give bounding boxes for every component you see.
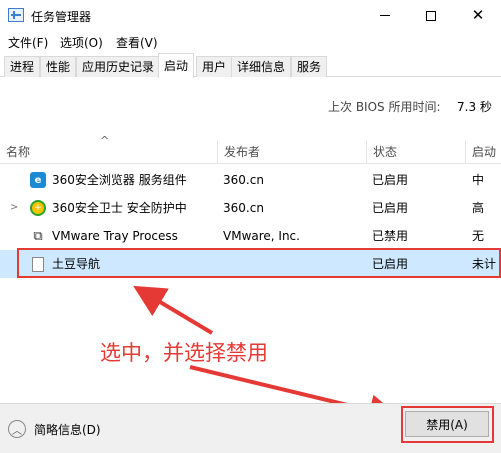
minimize-icon xyxy=(380,15,390,16)
app-startup-impact: 无 xyxy=(472,229,485,243)
tab-startup[interactable]: 启动 xyxy=(158,53,195,78)
annotation-text: 选中，并选择禁用 xyxy=(100,341,268,365)
360-safe-icon: + xyxy=(30,200,46,216)
app-startup-impact: 中 xyxy=(472,173,485,187)
tab-performance[interactable]: 性能 xyxy=(40,56,77,77)
tab-bar: 进程 性能 应用历史记录 启动 用户 详细信息 服务 xyxy=(0,53,501,78)
app-status: 已禁用 xyxy=(372,229,409,243)
menu-options[interactable]: 选项(O) xyxy=(60,34,103,51)
column-status[interactable]: 状态 xyxy=(366,140,465,164)
minimize-button[interactable] xyxy=(362,0,408,31)
maximize-icon xyxy=(426,10,436,21)
vmware-icon: ⧉ xyxy=(33,228,43,244)
tab-users[interactable]: 用户 xyxy=(196,56,233,77)
app-name: 360安全浏览器 服务组件 xyxy=(52,173,187,187)
app-startup-impact: 未计 xyxy=(472,257,497,271)
table-row[interactable]: > + 360安全卫士 安全防护中 360.cn 已启用 高 xyxy=(0,194,501,222)
table-row[interactable]: e 360安全浏览器 服务组件 360.cn 已启用 中 xyxy=(0,166,501,194)
disable-button[interactable]: 禁用(A) xyxy=(405,411,489,437)
column-header: 名称 发布者 状态 启动 xyxy=(0,140,501,164)
app-status: 已启用 xyxy=(372,201,409,215)
app-status: 已启用 xyxy=(372,173,409,187)
chevron-up-icon[interactable]: ︿ xyxy=(8,420,26,438)
app-name: 360安全卫士 安全防护中 xyxy=(52,201,187,215)
app-status: 已启用 xyxy=(372,257,409,271)
column-startup-impact[interactable]: 启动 xyxy=(465,140,501,164)
app-publisher: VMware, Inc. xyxy=(223,229,300,243)
tab-details[interactable]: 详细信息 xyxy=(231,56,292,77)
maximize-button[interactable] xyxy=(408,0,454,31)
menu-file[interactable]: 文件(F) xyxy=(8,34,48,51)
menu-bar: 文件(F) 选项(O) 查看(V) xyxy=(0,31,501,52)
close-icon: ✕ xyxy=(471,6,485,24)
column-publisher[interactable]: 发布者 xyxy=(217,140,366,164)
app-publisher: 360.cn xyxy=(223,201,264,215)
tab-services[interactable]: 服务 xyxy=(291,56,328,77)
app-name: VMware Tray Process xyxy=(52,229,178,243)
arrow-to-row xyxy=(133,285,214,335)
table-row[interactable]: ⧉ VMware Tray Process VMware, Inc. 已禁用 无 xyxy=(0,222,501,250)
window-title: 任务管理器 xyxy=(31,10,92,24)
360-browser-icon: e xyxy=(30,172,46,188)
app-publisher: 360.cn xyxy=(223,173,264,187)
document-icon xyxy=(32,257,44,272)
tab-app-history[interactable]: 应用历史记录 xyxy=(76,56,161,77)
app-name: 土豆导航 xyxy=(52,257,101,271)
fewer-details-link[interactable]: 简略信息(D) xyxy=(34,421,101,438)
close-button[interactable]: ✕ xyxy=(455,0,501,31)
expand-chevron-icon[interactable]: > xyxy=(10,202,18,213)
title-bar: 任务管理器 ✕ xyxy=(0,0,501,31)
task-manager-icon xyxy=(8,8,24,22)
tab-processes[interactable]: 进程 xyxy=(4,56,41,77)
table-row-selected[interactable]: 土豆导航 已启用 未计 xyxy=(0,250,501,278)
bios-time-label: 上次 BIOS 所用时间: xyxy=(328,100,441,114)
column-name[interactable]: 名称 xyxy=(0,140,217,164)
bios-time-value: 7.3 秒 xyxy=(457,100,492,114)
app-startup-impact: 高 xyxy=(472,201,485,215)
menu-view[interactable]: 查看(V) xyxy=(116,34,158,51)
